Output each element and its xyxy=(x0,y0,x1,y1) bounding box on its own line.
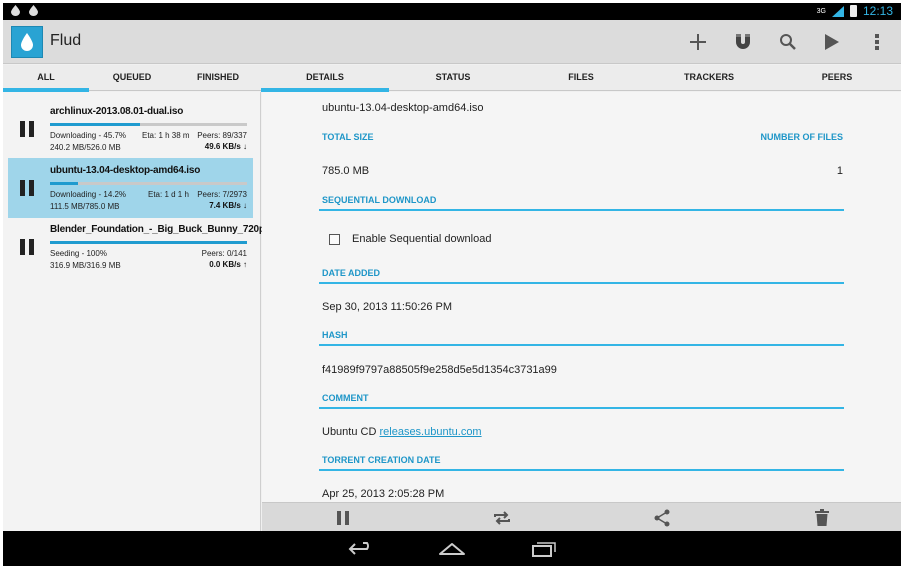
torrent-eta: Eta: 1 h 38 m xyxy=(142,131,190,140)
pause-icon[interactable] xyxy=(20,121,34,137)
sequential-download-checkbox[interactable] xyxy=(329,234,340,245)
app-title: Flud xyxy=(50,32,82,49)
total-size-value: 785.0 MB xyxy=(322,165,370,177)
tab-trackers[interactable]: TRACKERS xyxy=(645,65,773,91)
torrent-peers: Peers: 7/2973 xyxy=(197,190,247,199)
recent-apps-icon[interactable] xyxy=(527,539,557,559)
bottom-action-bar xyxy=(262,502,901,531)
torrent-peers: Peers: 0/141 xyxy=(201,249,247,258)
torrent-progress-bar xyxy=(50,241,247,244)
torrent-speed: 7.4 KB/s ↓ xyxy=(209,201,247,210)
overflow-menu-icon[interactable] xyxy=(863,28,891,56)
progress-fill xyxy=(50,241,247,244)
torrent-progress-bar xyxy=(50,123,247,126)
magnet-icon[interactable] xyxy=(729,28,757,56)
system-nav-bar xyxy=(3,531,901,566)
flud-drop-icon xyxy=(29,5,38,16)
tab-details[interactable]: DETAILS xyxy=(261,65,389,92)
torrent-size: 240.2 MB/526.0 MB xyxy=(50,143,121,152)
details-panel: ubuntu-13.04-desktop-amd64.iso TOTAL SIZ… xyxy=(262,92,901,502)
torrent-progress-bar xyxy=(50,182,247,185)
torrent-status: Downloading - 45.7% xyxy=(50,131,127,140)
torrent-filter-tabs: ALL QUEUED FINISHED xyxy=(3,65,261,92)
app-logo-icon[interactable] xyxy=(11,26,43,58)
progress-fill xyxy=(50,123,141,126)
comment-text: Ubuntu CD xyxy=(322,426,377,438)
tab-status[interactable]: STATUS xyxy=(389,65,517,91)
flud-drop-icon xyxy=(11,5,20,16)
torrent-row[interactable]: archlinux-2013.08.01-dual.iso Downloadin… xyxy=(8,99,253,159)
tab-files[interactable]: FILES xyxy=(517,65,645,91)
share-icon[interactable] xyxy=(652,508,672,528)
tab-queued[interactable]: QUEUED xyxy=(89,65,175,91)
torrent-status: Seeding - 100% xyxy=(50,249,107,258)
sequential-download-heading: SEQUENTIAL DOWNLOAD xyxy=(322,195,437,205)
date-added-value: Sep 30, 2013 11:50:26 PM xyxy=(322,301,453,313)
status-bar: 3G 12:13 xyxy=(3,3,901,20)
date-added-heading: DATE ADDED xyxy=(322,268,380,278)
section-divider xyxy=(319,282,844,284)
search-icon[interactable] xyxy=(774,28,802,56)
torrent-name: ubuntu-13.04-desktop-amd64.iso xyxy=(50,165,201,176)
number-of-files-heading: NUMBER OF FILES xyxy=(760,132,844,142)
progress-fill xyxy=(50,182,78,185)
number-of-files-value: 1 xyxy=(836,165,843,177)
action-bar: Flud xyxy=(3,20,901,64)
add-icon[interactable] xyxy=(684,28,712,56)
torrent-row[interactable]: ubuntu-13.04-desktop-amd64.iso Downloadi… xyxy=(8,158,253,218)
tablet-screen: 3G 12:13 Flud ALL QUEUED FINISHED DETAIL… xyxy=(3,3,901,566)
section-divider xyxy=(319,469,844,471)
tab-peers[interactable]: PEERS xyxy=(773,65,901,91)
sequential-download-label: Enable Sequential download xyxy=(352,233,492,245)
pause-icon[interactable] xyxy=(20,239,34,255)
comment-value: Ubuntu CD releases.ubuntu.com xyxy=(322,426,482,438)
section-divider xyxy=(319,209,844,211)
network-type-label: 3G xyxy=(816,7,826,15)
torrent-row[interactable]: Blender_Foundation_-_Big_Buck_Bunny_720p… xyxy=(8,217,265,277)
pause-icon[interactable] xyxy=(333,508,353,528)
delete-icon[interactable] xyxy=(812,508,832,528)
torrent-size: 316.9 MB/316.9 MB xyxy=(50,261,121,270)
comment-heading: COMMENT xyxy=(322,393,369,403)
recheck-icon[interactable] xyxy=(492,508,512,528)
clock: 12:13 xyxy=(862,4,893,18)
creation-date-value: Apr 25, 2013 2:05:28 PM xyxy=(322,488,445,500)
torrent-name: archlinux-2013.08.01-dual.iso xyxy=(50,106,184,117)
torrent-name: Blender_Foundation_-_Big_Buck_Bunny_720p xyxy=(50,224,265,235)
battery-icon xyxy=(849,5,857,17)
section-divider xyxy=(319,344,844,346)
section-divider xyxy=(319,407,844,409)
tab-all[interactable]: ALL xyxy=(3,65,89,92)
comment-link[interactable]: releases.ubuntu.com xyxy=(379,426,481,438)
torrent-speed: 0.0 KB/s ↑ xyxy=(209,260,247,269)
detail-torrent-name: ubuntu-13.04-desktop-amd64.iso xyxy=(322,102,484,114)
torrent-peers: Peers: 89/337 xyxy=(197,131,247,140)
torrent-detail-tabs: DETAILS STATUS FILES TRACKERS PEERS xyxy=(261,65,901,92)
play-icon[interactable] xyxy=(818,28,846,56)
torrent-status: Downloading - 14.2% xyxy=(50,190,127,199)
signal-strength-icon xyxy=(831,5,844,17)
pause-icon[interactable] xyxy=(20,180,34,196)
back-icon[interactable] xyxy=(347,539,377,559)
creation-date-heading: TORRENT CREATION DATE xyxy=(322,455,441,465)
home-icon[interactable] xyxy=(437,539,467,559)
total-size-heading: TOTAL SIZE xyxy=(322,132,374,142)
torrent-eta: Eta: 1 d 1 h xyxy=(148,190,189,199)
torrent-size: 111.5 MB/785.0 MB xyxy=(50,202,120,211)
hash-value: f41989f9797a88505f9e258d5e5d1354c3731a99 xyxy=(322,364,557,376)
tab-finished[interactable]: FINISHED xyxy=(175,65,261,91)
torrent-speed: 49.6 KB/s ↓ xyxy=(204,142,247,151)
torrent-list: archlinux-2013.08.01-dual.iso Downloadin… xyxy=(3,92,265,531)
hash-heading: HASH xyxy=(322,330,348,340)
